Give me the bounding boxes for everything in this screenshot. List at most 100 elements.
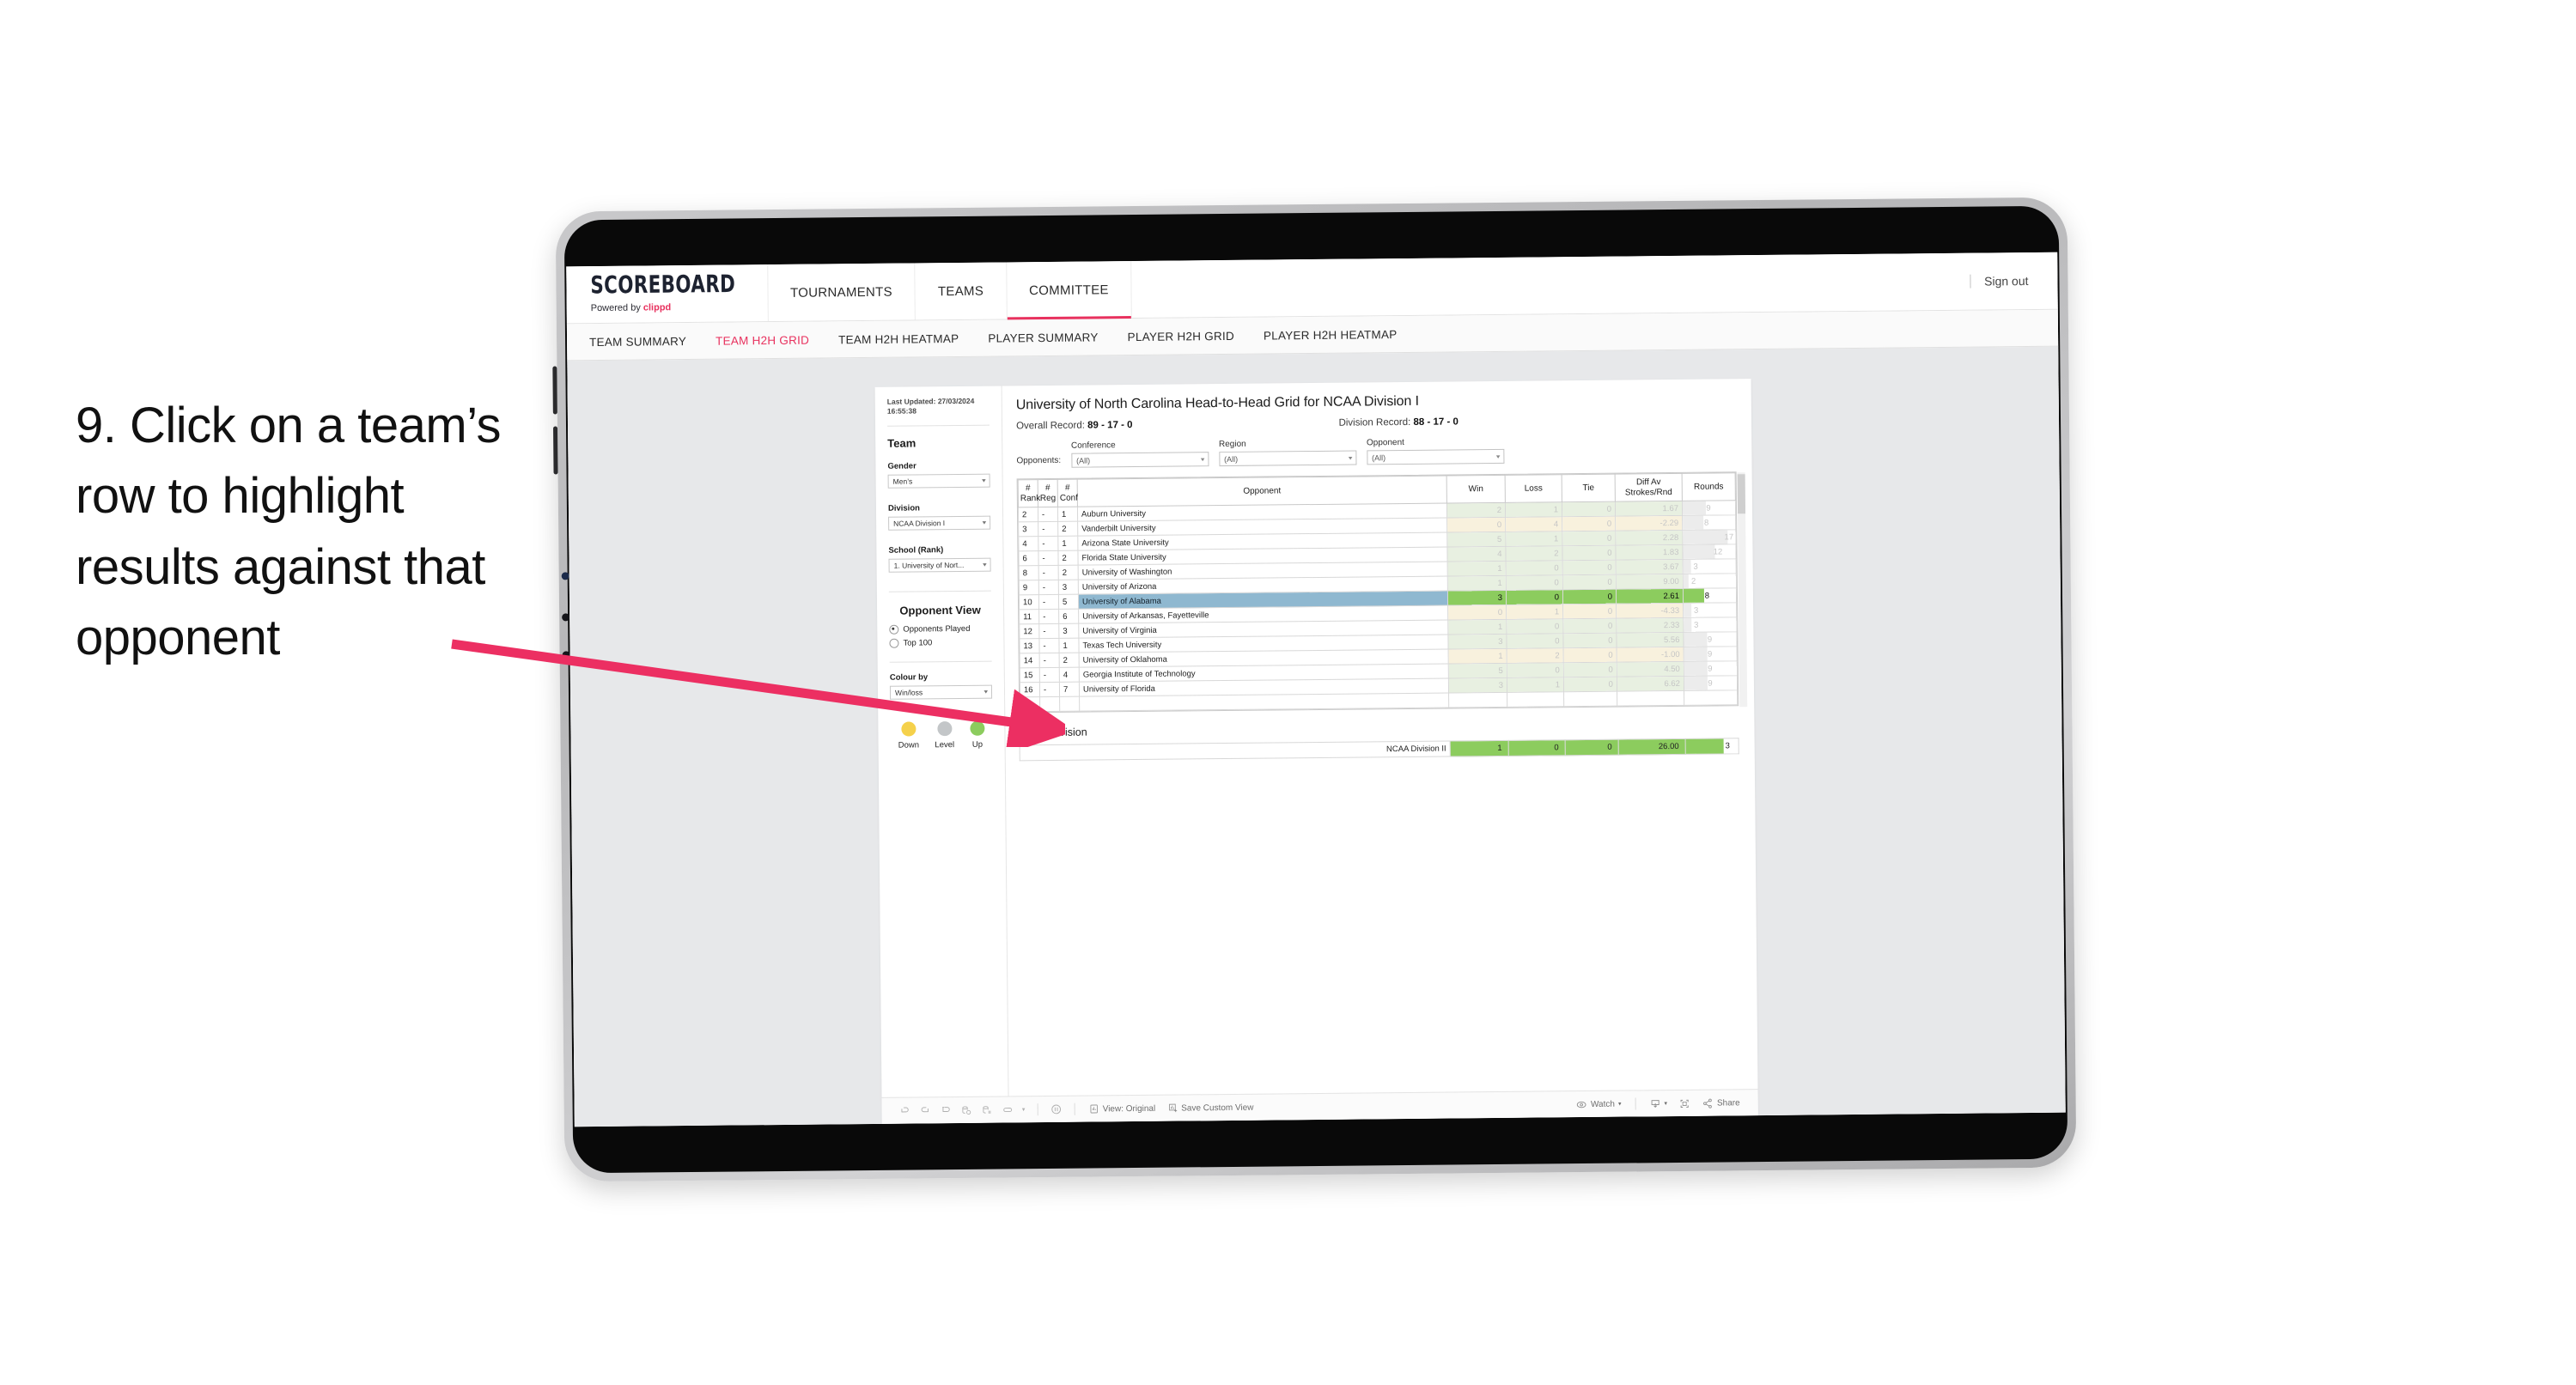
cell-tie: 0: [1563, 647, 1617, 663]
subnav-tab-player-summary[interactable]: PLAYER SUMMARY: [988, 331, 1117, 344]
watch-button[interactable]: Watch ▾: [1570, 1098, 1628, 1110]
cell-tie: 0: [1562, 574, 1617, 590]
cell-loss: 0: [1506, 560, 1563, 576]
subnav-tab-team-summary[interactable]: TEAM SUMMARY: [589, 334, 705, 349]
division-record-value: 88 - 17 - 0: [1413, 416, 1459, 428]
cell-reg: -: [1038, 580, 1059, 595]
cell-win: 1: [1447, 561, 1507, 577]
school-select[interactable]: 1. University of Nort... ▾: [888, 557, 991, 573]
cell-rank: 12: [1019, 623, 1039, 639]
front-camera-dot: [561, 572, 569, 580]
cell-conf: 1: [1058, 638, 1080, 653]
sign-out-link[interactable]: Sign out: [1984, 274, 2029, 288]
nav-tab-teams[interactable]: TEAMS: [914, 262, 1007, 320]
cell-diff: 1.67: [1615, 501, 1683, 517]
out-of-division-heading: Out of division: [1019, 726, 1087, 739]
last-updated-text: Last Updated: 27/03/2024 16:55:38: [886, 396, 975, 416]
cell-loss: 0: [1507, 662, 1564, 678]
share-icon: [1703, 1098, 1713, 1109]
share-button[interactable]: Share: [1696, 1097, 1746, 1109]
cell-reg: -: [1038, 609, 1059, 624]
rounds-value: 3: [1693, 605, 1699, 616]
grid-scrollbar[interactable]: [1737, 472, 1748, 708]
subnav-tab-team-h2h-heatmap[interactable]: TEAM H2H HEATMAP: [838, 331, 977, 345]
cell-empty: [1563, 691, 1617, 707]
cell-empty: [1020, 696, 1040, 712]
app-logo[interactable]: SCOREBOARD Powered by clippd: [566, 264, 767, 323]
radio-icon: [889, 624, 899, 635]
overall-record-label: Overall Record:: [1015, 420, 1088, 432]
col-loss: Loss: [1505, 474, 1562, 503]
cell-win: 3: [1448, 677, 1507, 694]
opponent-filter-select[interactable]: (All) ▾: [1367, 448, 1505, 465]
subnav-tab-player-h2h-grid[interactable]: PLAYER H2H GRID: [1128, 329, 1253, 343]
swap-icon[interactable]: [997, 1101, 1018, 1118]
undo-icon[interactable]: [894, 1103, 915, 1120]
overall-record-value: 89 - 17 - 0: [1087, 420, 1133, 431]
cell-reg: -: [1039, 653, 1060, 668]
swap-dropdown-icon[interactable]: ▾: [1018, 1101, 1030, 1118]
cell-conf: 7: [1059, 682, 1080, 697]
chevron-down-icon: ▾: [1617, 1101, 1622, 1108]
cell-rounds: 9: [1684, 675, 1738, 691]
legend-dot-level-icon: [936, 721, 953, 737]
cell-reg: -: [1039, 682, 1060, 697]
region-filter-select[interactable]: (All) ▾: [1219, 450, 1357, 467]
cell-empty: [1039, 696, 1060, 712]
nav-tab-tournaments[interactable]: TOURNAMENTS: [766, 263, 916, 322]
revert-icon[interactable]: [935, 1102, 956, 1119]
download-button[interactable]: ▾: [1643, 1098, 1673, 1109]
rounds-value: 3: [1693, 562, 1698, 572]
save-custom-view-button[interactable]: Save Custom View: [1161, 1103, 1259, 1114]
radio-opponents-played[interactable]: Opponents Played: [889, 624, 991, 635]
cell-reg: -: [1038, 521, 1058, 537]
conference-filter-select[interactable]: (All) ▾: [1071, 452, 1209, 468]
cell-win: 1: [1447, 575, 1507, 592]
cell-loss: 0: [1506, 633, 1564, 649]
radio-top-100[interactable]: Top 100: [889, 638, 991, 648]
division-record: Division Record: 88 - 17 - 0: [1338, 416, 1458, 428]
fullscreen-button[interactable]: [1673, 1097, 1696, 1109]
pause-updates-icon[interactable]: [977, 1102, 997, 1119]
out-of-division-body: NCAA Division II 1 0 0 26.00 3: [1020, 738, 1739, 761]
cell-rank: 3: [1018, 521, 1038, 537]
chevron-down-icon: ▾: [982, 477, 987, 484]
rounds-value: 17: [1724, 532, 1734, 542]
dashboard-container: Last Updated: 27/03/2024 16:55:38 Team G…: [874, 379, 1758, 1124]
colour-by-select[interactable]: Win/loss ▾: [889, 684, 993, 700]
view-original-button[interactable]: View: Original: [1083, 1103, 1162, 1115]
cell-loss: 2: [1507, 647, 1564, 664]
rounds-value: 9: [1706, 503, 1711, 513]
cell-diff: 26.00: [1618, 738, 1686, 756]
cell-conf: 1: [1057, 507, 1078, 522]
record-summary: Overall Record: 89 - 17 - 0 Division Rec…: [1016, 414, 1736, 431]
divider: [887, 424, 990, 427]
col-conf: # Conf: [1057, 479, 1078, 507]
chevron-down-icon: ▾: [1496, 453, 1501, 460]
cell-reg: -: [1038, 594, 1059, 610]
cell-conf: 2: [1059, 653, 1080, 668]
refresh-data-icon[interactable]: [956, 1102, 977, 1119]
subnav-tab-team-h2h-grid[interactable]: TEAM H2H GRID: [716, 333, 828, 347]
rounds-bar: [1683, 515, 1704, 530]
nav-tab-committee[interactable]: COMMITTEE: [1005, 261, 1133, 319]
division-select[interactable]: NCAA Division I ▾: [888, 515, 991, 531]
gender-select[interactable]: Men’s ▾: [887, 473, 990, 489]
opponent-view-heading: Opponent View: [899, 603, 981, 617]
volume-down-button[interactable]: [553, 426, 558, 475]
division-label: Division: [887, 503, 920, 513]
cell-reg: -: [1038, 565, 1059, 580]
out-of-division-row[interactable]: NCAA Division II 1 0 0 26.00 3: [1020, 738, 1739, 761]
cell-conf: 1: [1057, 536, 1078, 551]
redo-icon[interactable]: [915, 1102, 935, 1119]
cell-diff: 9.00: [1616, 574, 1684, 590]
cell-rank: 14: [1020, 653, 1040, 668]
subnav-tab-player-h2h-heatmap[interactable]: PLAYER H2H HEATMAP: [1264, 327, 1416, 342]
pause-auto-update-icon[interactable]: [1046, 1101, 1067, 1118]
colour-by-label: Colour by: [889, 672, 929, 683]
divider: [888, 590, 991, 592]
rounds-value: 8: [1703, 518, 1709, 528]
page-title: University of North Carolina Head-to-Hea…: [1015, 393, 1420, 413]
volume-up-button[interactable]: [552, 366, 557, 415]
grid-scrollbar-thumb[interactable]: [1737, 474, 1746, 514]
